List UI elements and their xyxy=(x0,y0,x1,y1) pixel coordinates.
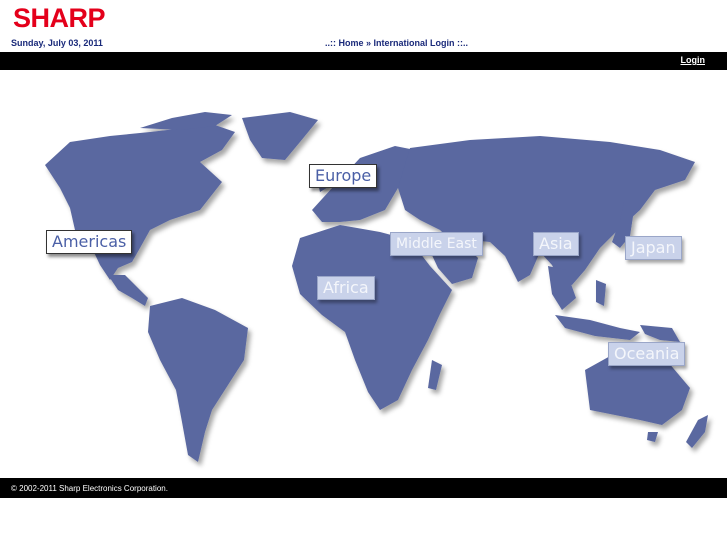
footer-bar: © 2002-2011 Sharp Electronics Corporatio… xyxy=(0,478,727,498)
madagascar-landmass xyxy=(428,360,442,390)
region-button-europe[interactable]: Europe xyxy=(309,164,378,188)
south-america-landmass xyxy=(148,298,248,462)
breadcrumb: ..:: Home » International Login ::.. xyxy=(325,38,468,48)
sharp-logo[interactable]: SHARP xyxy=(13,3,106,33)
breadcrumb-home-link[interactable]: Home xyxy=(339,38,364,48)
tasmania-landmass xyxy=(647,432,658,442)
top-nav-bar: Login xyxy=(0,52,727,70)
region-button-japan[interactable]: Japan xyxy=(625,236,682,260)
indonesia-landmass xyxy=(555,315,640,340)
world-map: Americas Europe Middle East Asia Japan A… xyxy=(0,70,727,478)
breadcrumb-international-login-link[interactable]: International Login xyxy=(374,38,455,48)
breadcrumb-separator: » xyxy=(363,38,374,48)
current-date: Sunday, July 03, 2011 xyxy=(11,38,103,48)
login-link[interactable]: Login xyxy=(681,55,706,65)
breadcrumb-suffix: ::.. xyxy=(454,38,469,48)
north-america-landmass xyxy=(45,125,235,280)
region-button-oceania[interactable]: Oceania xyxy=(608,342,686,366)
greenland-landmass xyxy=(242,112,318,160)
new-zealand-landmass xyxy=(686,415,708,448)
region-button-americas[interactable]: Americas xyxy=(46,230,133,254)
breadcrumb-prefix: ..:: xyxy=(325,38,339,48)
region-button-asia[interactable]: Asia xyxy=(533,232,579,256)
central-america-landmass xyxy=(108,275,148,306)
region-button-middle-east[interactable]: Middle East xyxy=(390,232,483,256)
new-guinea-landmass xyxy=(640,325,680,342)
copyright-text: © 2002-2011 Sharp Electronics Corporatio… xyxy=(11,484,168,493)
world-map-graphic xyxy=(45,112,708,462)
region-button-africa[interactable]: Africa xyxy=(317,276,375,300)
philippines-landmass xyxy=(596,280,606,306)
